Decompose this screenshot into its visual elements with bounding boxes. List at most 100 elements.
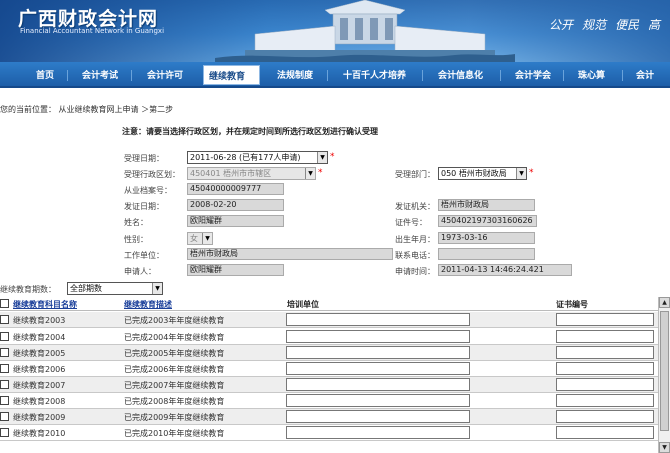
site-banner: 广西财政会计网 Financial Accountant Network in … — [0, 0, 670, 62]
region-label: 受理行政区划： — [124, 170, 180, 179]
subject-name: 继续教育2005 — [13, 349, 66, 358]
phone-label: 联系电话： — [395, 251, 435, 260]
certificate-input[interactable] — [556, 410, 654, 423]
nav-home[interactable]: 首页 — [36, 68, 54, 81]
scroll-down-icon[interactable]: ▼ — [659, 442, 670, 453]
row-checkbox[interactable] — [0, 348, 9, 357]
grid-header: 继续教育科目名称 继续教育描述 培训单位 证书编号 — [0, 297, 658, 311]
subject-desc: 已完成2007年年度继续教育 — [124, 381, 225, 390]
nav-divider — [327, 70, 328, 81]
dept-label: 受理部门： — [395, 170, 435, 179]
chevron-down-icon: ▼ — [305, 168, 315, 179]
nav-exam[interactable]: 会计考试 — [82, 68, 118, 81]
motto-3: 便民 — [615, 18, 640, 32]
archive-label: 从业档案号： — [124, 186, 172, 195]
certificate-input[interactable] — [556, 362, 654, 375]
nav-abacus[interactable]: 珠心算 — [578, 68, 605, 81]
accept-date-select[interactable]: 2011-06-28 (已有177人申请) ▼ — [187, 151, 328, 164]
training-unit-input[interactable] — [286, 426, 470, 439]
gender-select[interactable]: 女 ▼ — [187, 232, 213, 245]
subject-name: 继续教育2009 — [13, 413, 66, 422]
issue-org-label: 发证机关： — [395, 202, 435, 211]
scroll-thumb[interactable] — [660, 311, 669, 431]
training-unit-input[interactable] — [286, 313, 470, 326]
row-checkbox[interactable] — [0, 364, 9, 373]
nav-informatization[interactable]: 会计信息化 — [438, 68, 483, 81]
subject-name: 继续教育2004 — [13, 333, 66, 342]
training-unit-input[interactable] — [286, 378, 470, 391]
subject-name: 继续教育2008 — [13, 397, 66, 406]
nav-society[interactable]: 会计学会 — [515, 68, 551, 81]
main-nav: 首页 会计考试 会计许可 继续教育 法规制度 十百千人才培养 会计信息化 会计学… — [0, 62, 670, 88]
table-row: 继续教育2003 已完成2003年年度继续教育 — [0, 312, 658, 328]
training-unit-input[interactable] — [286, 346, 470, 359]
subject-name: 继续教育2003 — [13, 316, 66, 325]
nav-divider — [500, 70, 501, 81]
row-checkbox[interactable] — [0, 380, 9, 389]
nav-license[interactable]: 会计许可 — [147, 68, 183, 81]
certificate-input[interactable] — [556, 313, 654, 326]
certificate-input[interactable] — [556, 426, 654, 439]
training-unit-input[interactable] — [286, 362, 470, 375]
motto-2: 规范 — [582, 18, 607, 32]
select-all-checkbox[interactable] — [0, 299, 9, 308]
period-label: 继续教育期数： — [0, 285, 56, 294]
required-marker: * — [330, 152, 335, 162]
scroll-up-icon[interactable]: ▲ — [659, 297, 670, 308]
certificate-input[interactable] — [556, 330, 654, 343]
birth-label: 出生年月： — [395, 235, 435, 244]
archive-field: 45040000009777 — [187, 183, 284, 195]
period-select[interactable]: 全部期数 ▼ — [67, 282, 163, 295]
nav-continuing-education[interactable]: 继续教育 — [203, 65, 260, 85]
chevron-down-icon: ▼ — [516, 168, 526, 179]
dept-select[interactable]: 050 梧州市财政局 ▼ — [438, 167, 527, 180]
nav-accounting[interactable]: 会计 — [636, 68, 654, 81]
table-row: 继续教育2010 已完成2010年年度继续教育 — [0, 425, 658, 441]
work-label: 工作单位： — [124, 251, 164, 260]
certificate-input[interactable] — [556, 394, 654, 407]
chevron-down-icon: ▼ — [202, 233, 212, 244]
nav-divider — [67, 70, 68, 81]
training-unit-input[interactable] — [286, 410, 470, 423]
certificate-input[interactable] — [556, 346, 654, 359]
row-checkbox[interactable] — [0, 428, 9, 437]
required-marker: * — [318, 168, 323, 178]
table-row: 继续教育2006 已完成2006年年度继续教育 — [0, 361, 658, 377]
table-row: 继续教育2007 已完成2007年年度继续教育 — [0, 377, 658, 393]
issue-date-label: 发证日期： — [124, 202, 164, 211]
dept-value: 050 梧州市财政局 — [441, 169, 507, 178]
nav-talent[interactable]: 十百千人才培养 — [343, 68, 406, 81]
id-field: 450402197303160626 — [438, 215, 537, 227]
subject-desc: 已完成2003年年度继续教育 — [124, 316, 225, 325]
subject-desc: 已完成2010年年度继续教育 — [124, 429, 225, 438]
issue-org-field: 梧州市财政局 — [438, 199, 535, 211]
col-certificate-no: 证书编号 — [556, 300, 588, 309]
name-label: 姓名： — [124, 218, 148, 227]
table-row: 继续教育2009 已完成2009年年度继续教育 — [0, 409, 658, 425]
grid-scrollbar[interactable]: ▲ ▼ — [658, 297, 670, 453]
nav-divider — [622, 70, 623, 81]
nav-divider — [422, 70, 423, 81]
subject-desc: 已完成2005年年度继续教育 — [124, 349, 225, 358]
nav-regulations[interactable]: 法规制度 — [277, 68, 313, 81]
subject-desc: 已完成2009年年度继续教育 — [124, 413, 225, 422]
nav-active-label: 继续教育 — [209, 72, 246, 82]
region-value: 450401 梧州市市辖区 — [190, 169, 272, 178]
region-select[interactable]: 450401 梧州市市辖区 ▼ — [187, 167, 316, 180]
col-description[interactable]: 继续教育描述 — [124, 299, 172, 310]
certificate-input[interactable] — [556, 378, 654, 391]
row-checkbox[interactable] — [0, 396, 9, 405]
row-checkbox[interactable] — [0, 315, 9, 324]
training-unit-input[interactable] — [286, 330, 470, 343]
col-subject-name[interactable]: 继续教育科目名称 — [13, 299, 77, 310]
required-marker: * — [529, 168, 534, 178]
row-checkbox[interactable] — [0, 332, 9, 341]
row-checkbox[interactable] — [0, 412, 9, 421]
id-label: 证件号： — [395, 218, 427, 227]
training-unit-input[interactable] — [286, 394, 470, 407]
subject-name: 继续教育2006 — [13, 365, 66, 374]
col-training-unit: 培训单位 — [287, 300, 319, 309]
subject-desc: 已完成2006年年度继续教育 — [124, 365, 225, 374]
gender-label: 性别： — [124, 235, 148, 244]
name-field: 欧阳耀群 — [187, 215, 284, 227]
